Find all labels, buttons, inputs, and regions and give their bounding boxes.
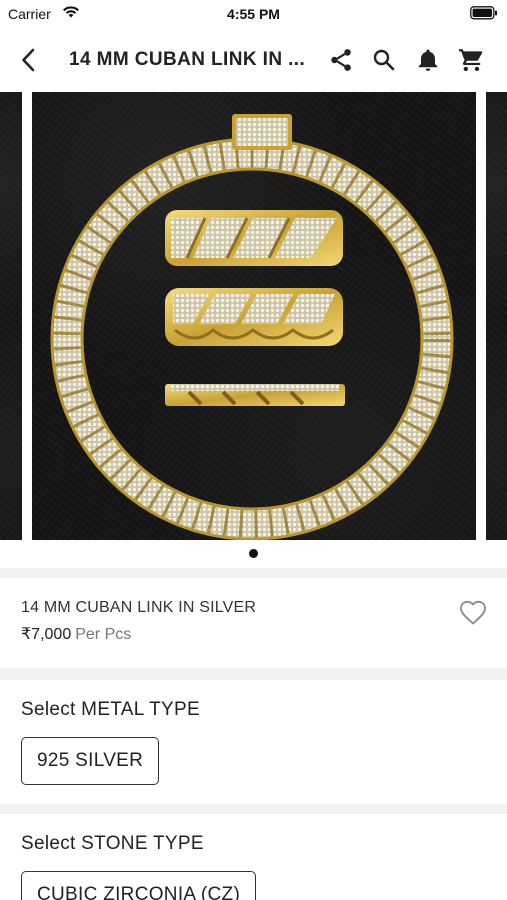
price-row: ₹7,000 Per Pcs [21,624,131,644]
price-unit: Per Pcs [75,626,132,643]
status-bar: Carrier 4:55 PM [0,0,507,28]
metal-type-section: Select METAL TYPE 925 SILVER [0,680,507,804]
previous-slide-edge[interactable] [0,92,22,540]
battery-icon [470,6,497,20]
product-image[interactable] [32,92,476,540]
stone-type-label: Select STONE TYPE [21,833,204,854]
status-time: 4:55 PM [227,6,280,22]
stone-option-cubic-zirconia[interactable]: CUBIC ZIRCONIA (CZ) [21,871,257,900]
product-name: 14 MM CUBAN LINK IN SILVER [21,599,257,616]
back-arrow-icon [22,48,35,72]
search-icon [373,49,395,71]
cuban-link-necklace-illustration [50,114,454,540]
heart-icon[interactable] [459,600,487,626]
product-price: ₹7,000 [21,626,72,643]
page-title: 14 MM CUBAN LINK IN ... [69,49,306,70]
metal-option-925-silver[interactable]: 925 SILVER [21,737,160,785]
product-image-carousel[interactable] [0,92,507,540]
product-info-card: 14 MM CUBAN LINK IN SILVER ₹7,000 Per Pcs [0,578,507,668]
back-button[interactable] [12,44,44,76]
pager-dot-active[interactable] [249,549,258,558]
metal-type-label: Select METAL TYPE [21,699,200,720]
cart-icon [459,49,483,72]
notifications-button[interactable] [413,45,443,75]
bell-icon [418,49,438,71]
cart-button[interactable] [456,45,486,75]
search-button[interactable] [369,45,399,75]
carousel-pager [0,548,507,560]
next-slide-edge[interactable] [486,92,507,540]
stone-type-section: Select STONE TYPE CUBIC ZIRCONIA (CZ) [0,814,507,900]
share-button[interactable] [326,45,356,75]
app-header: 14 MM CUBAN LINK IN ... [0,28,507,92]
share-icon [331,49,351,71]
